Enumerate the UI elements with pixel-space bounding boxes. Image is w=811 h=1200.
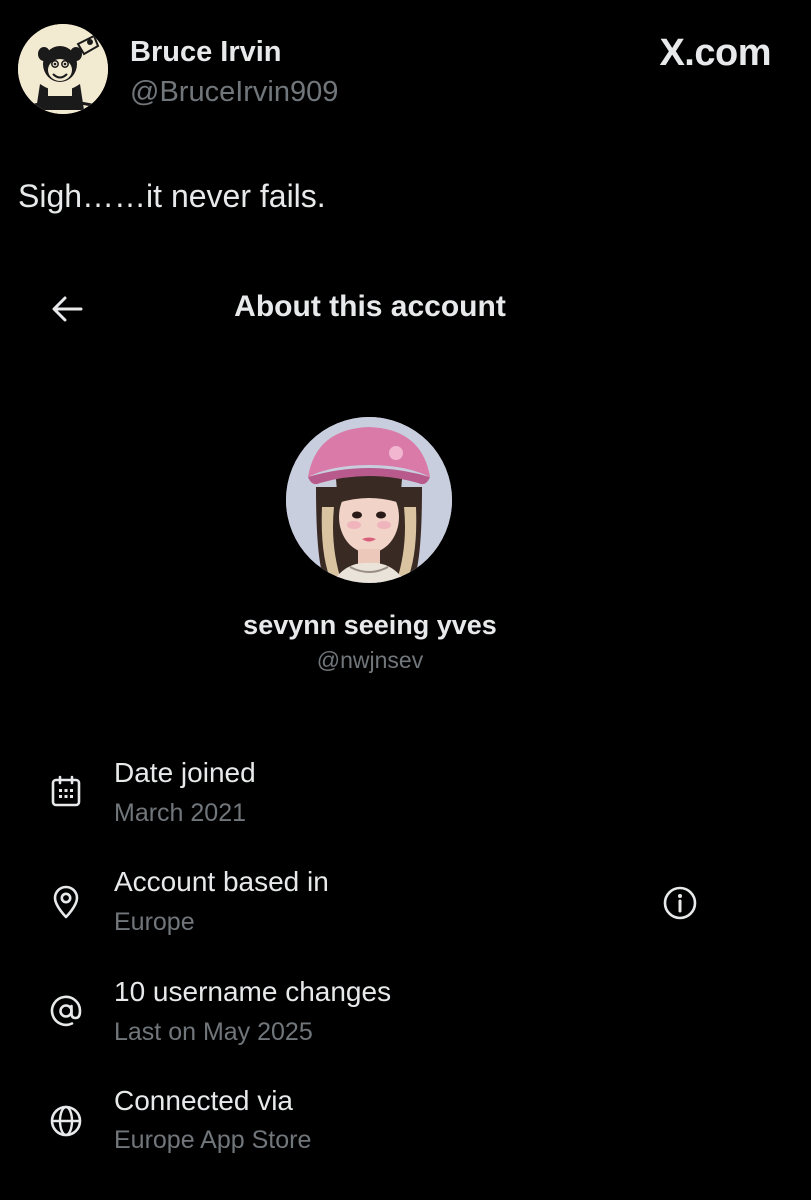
username-changes-label: 10 username changes [114,976,392,1007]
profile-name: sevynn seeing yves [243,610,497,640]
date-joined-label: Date joined [114,757,256,788]
account-based-in-label: Account based in [114,866,329,897]
back-arrow-icon[interactable] [46,290,88,328]
page-title: About this account [234,290,506,323]
username-changes-value: Last on May 2025 [114,1018,313,1046]
site-label: X.com [659,32,771,74]
globe-icon [46,1101,86,1141]
connected-via-label: Connected via [114,1085,294,1116]
info-icon[interactable] [660,883,700,923]
author-handle[interactable]: @BruceIrvin909 [130,76,338,109]
at-sign-icon [46,991,86,1031]
calendar-icon [46,772,86,812]
connected-via-value: Europe App Store [114,1126,312,1154]
profile-avatar[interactable] [286,417,452,583]
profile-handle: @nwjnsev [316,647,424,673]
author-name[interactable]: Bruce Irvin [130,36,282,69]
location-pin-icon [46,882,86,922]
account-based-in-value: Europe [114,908,195,936]
author-avatar[interactable] [18,24,108,114]
tweet-text: Sigh……it never fails. [18,178,326,214]
date-joined-value: March 2021 [114,799,247,827]
